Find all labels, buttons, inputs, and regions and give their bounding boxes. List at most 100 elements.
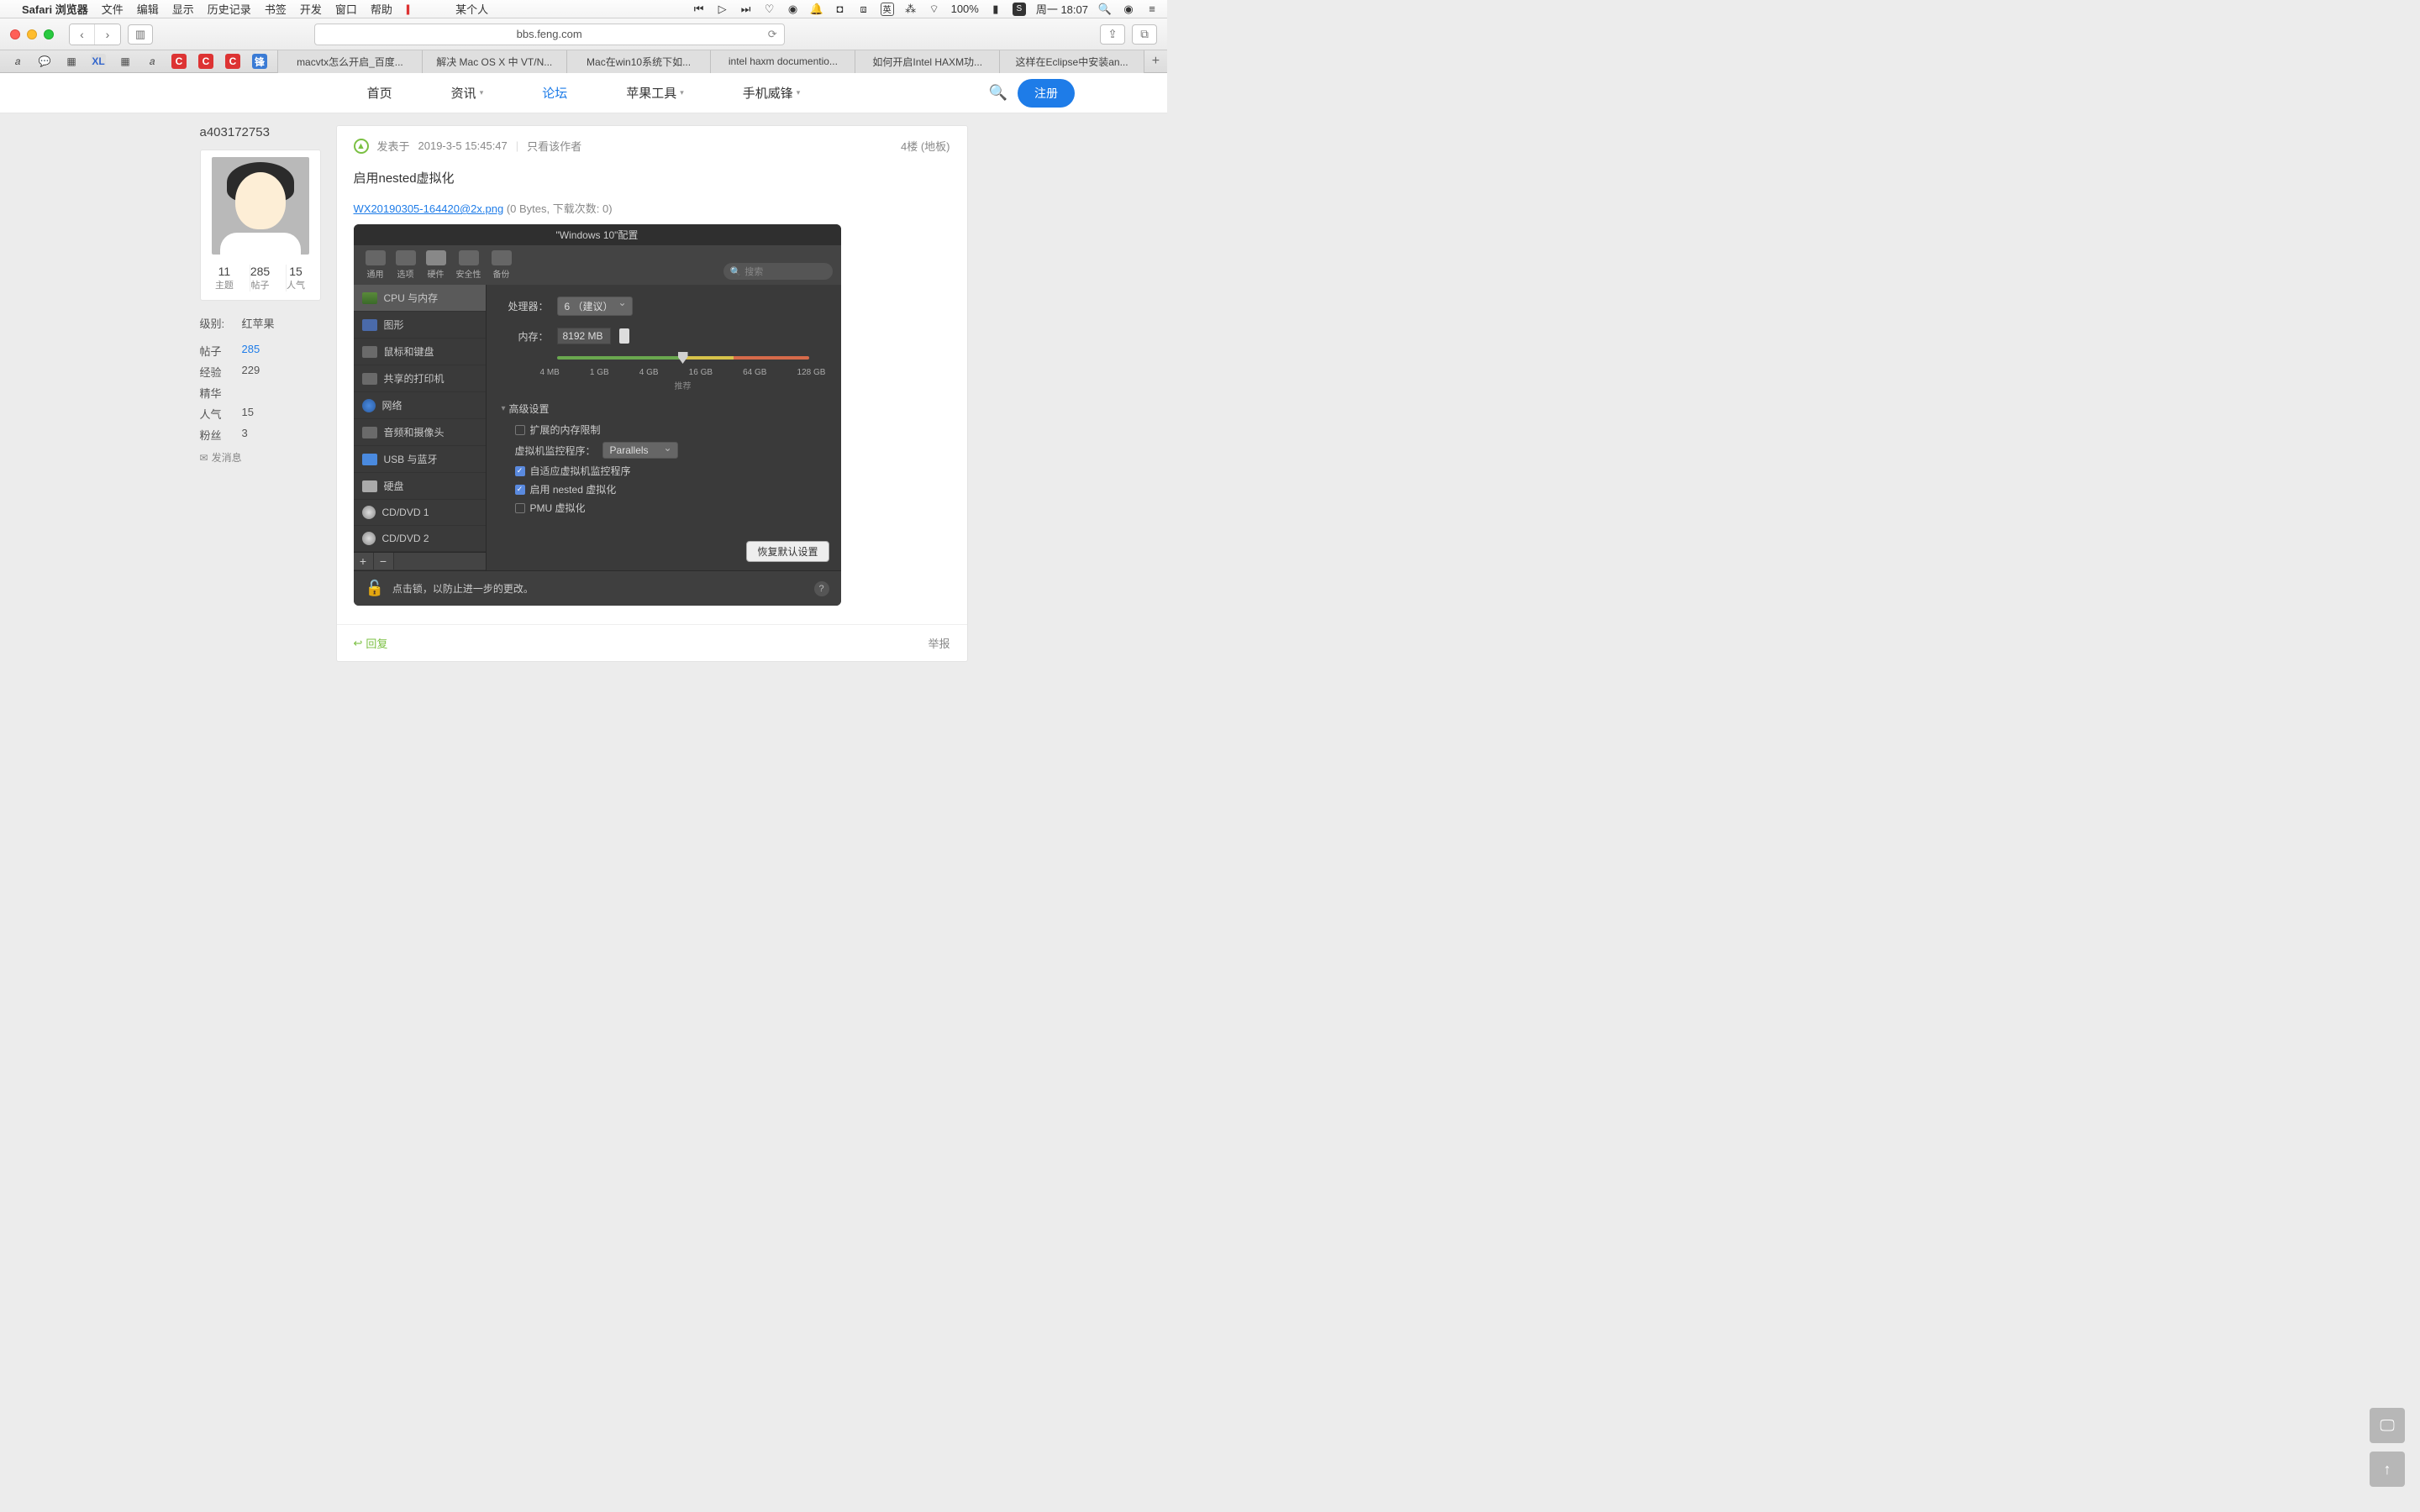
avatar[interactable] xyxy=(212,157,309,255)
pd-search[interactable]: 🔍搜索 xyxy=(723,263,833,280)
app-name[interactable]: Safari 浏览器 xyxy=(22,1,88,17)
clock[interactable]: 周一 18:07 xyxy=(1036,1,1088,17)
sogou-icon[interactable]: S xyxy=(1013,3,1026,16)
menu-view[interactable]: 显示 xyxy=(172,1,194,17)
menu-help[interactable]: 帮助 xyxy=(371,1,392,17)
status-icon[interactable]: ◘ xyxy=(834,3,847,16)
search-icon[interactable]: 🔍 xyxy=(989,84,1007,102)
chk-extmem[interactable]: 扩展的内存限制 xyxy=(515,423,826,437)
next-track-icon[interactable]: ⏭ xyxy=(739,3,753,16)
pd-tab-backup[interactable]: 备份 xyxy=(488,250,515,280)
battery-icon[interactable]: ▮ xyxy=(989,3,1002,16)
minimize-button[interactable] xyxy=(27,29,37,39)
back-button[interactable]: ‹ xyxy=(70,24,95,45)
spotlight-icon[interactable]: 🔍 xyxy=(1098,3,1112,16)
cpu-select[interactable]: 6 （建议） xyxy=(557,297,633,316)
stat-topics[interactable]: 11主题 xyxy=(215,265,234,291)
chk-pmu[interactable]: PMU 虚拟化 xyxy=(515,501,826,515)
fav-icon[interactable]: C xyxy=(171,54,187,69)
sidebar-button[interactable]: ▥ xyxy=(128,24,153,45)
notification-center-icon[interactable]: ≡ xyxy=(1145,3,1159,16)
author-name[interactable]: a403172753 xyxy=(200,125,321,139)
reload-icon[interactable]: ⟳ xyxy=(768,28,777,41)
siri-icon[interactable]: ◉ xyxy=(1122,3,1135,16)
nav-tools[interactable]: 苹果工具▾ xyxy=(626,84,684,102)
help-icon[interactable]: ? xyxy=(814,581,829,596)
fav-icon[interactable]: ▦ xyxy=(64,54,79,69)
pd-side-audio[interactable]: 音频和摄像头 xyxy=(354,419,486,446)
mem-input[interactable]: 8192 MB xyxy=(557,328,611,344)
pd-side-network[interactable]: 网络 xyxy=(354,392,486,419)
mem-slider[interactable] xyxy=(557,356,809,365)
menu-file[interactable]: 文件 xyxy=(102,1,124,17)
menu-develop[interactable]: 开发 xyxy=(300,1,322,17)
tabs-button[interactable]: ⧉ xyxy=(1132,24,1157,45)
pd-side-mouse[interactable]: 鼠标和键盘 xyxy=(354,339,486,365)
pd-tab-hardware[interactable]: 硬件 xyxy=(423,250,450,280)
fav-icon[interactable]: XL xyxy=(91,54,106,69)
pd-side-cd2[interactable]: CD/DVD 2 xyxy=(354,526,486,552)
scroll-top-button[interactable]: ↑ xyxy=(2370,1452,2405,1487)
posts-link[interactable]: 285 xyxy=(242,343,260,359)
forward-button[interactable]: › xyxy=(95,24,120,45)
share-button[interactable]: ⇪ xyxy=(1100,24,1125,45)
advanced-header[interactable]: 高级设置 xyxy=(502,402,826,416)
fav-icon[interactable]: 锋 xyxy=(252,54,267,69)
hypervisor-select[interactable]: Parallels xyxy=(602,442,678,459)
url-bar[interactable]: bbs.feng.com ⟳ xyxy=(314,24,785,45)
tab[interactable]: Mac在win10系统下如... xyxy=(566,50,711,73)
pd-remove-device[interactable]: − xyxy=(374,553,394,570)
report-button[interactable]: 举报 xyxy=(928,635,950,651)
chk-nested[interactable]: 启用 nested 虚拟化 xyxy=(515,482,826,496)
menu-history[interactable]: 历史记录 xyxy=(208,1,251,17)
reply-button[interactable]: ↩回复 xyxy=(354,635,388,651)
menu-window[interactable]: 窗口 xyxy=(335,1,357,17)
pd-tab-security[interactable]: 安全性 xyxy=(453,250,485,280)
bell-icon[interactable]: 🔔 xyxy=(810,3,823,16)
fav-icon[interactable]: C xyxy=(198,54,213,69)
bluetooth-icon[interactable]: ⁂ xyxy=(904,3,918,16)
new-tab-button[interactable]: + xyxy=(1144,50,1167,73)
menu-edit[interactable]: 编辑 xyxy=(137,1,159,17)
fav-icon[interactable]: 𝑎 xyxy=(145,54,160,69)
pd-tab-options[interactable]: 选项 xyxy=(392,250,419,280)
fav-icon[interactable]: 𝑎 xyxy=(10,54,25,69)
tab[interactable]: macvtx怎么开启_百度... xyxy=(277,50,422,73)
status-icon-2[interactable]: ⧈ xyxy=(857,3,871,16)
tab[interactable]: intel haxm documentio... xyxy=(710,50,855,73)
play-icon[interactable]: ▷ xyxy=(716,3,729,16)
ime-icon[interactable]: 英 xyxy=(881,3,894,16)
globe-icon[interactable]: ◉ xyxy=(786,3,800,16)
user-account[interactable]: 某个人 xyxy=(455,1,488,17)
pd-side-hd[interactable]: 硬盘 xyxy=(354,473,486,500)
tab[interactable]: 这样在Eclipse中安装an... xyxy=(999,50,1144,73)
screen-button[interactable]: 🖵 xyxy=(2370,1408,2405,1443)
restore-defaults-button[interactable]: 恢复默认设置 xyxy=(746,541,829,562)
pd-add-device[interactable]: + xyxy=(354,553,374,570)
stat-posts[interactable]: 285帖子 xyxy=(250,265,270,291)
fav-icon[interactable]: 💬 xyxy=(37,54,52,69)
register-button[interactable]: 注册 xyxy=(1018,79,1075,108)
nav-home[interactable]: 首页 xyxy=(367,84,392,102)
lock-icon[interactable]: 🔓 xyxy=(366,580,384,597)
only-author-link[interactable]: 只看该作者 xyxy=(527,138,581,154)
tab[interactable]: 如何开启Intel HAXM功... xyxy=(855,50,999,73)
maximize-button[interactable] xyxy=(44,29,54,39)
wifi-icon[interactable]: ⌔ xyxy=(928,3,941,16)
nav-mobile[interactable]: 手机威锋▾ xyxy=(743,84,801,102)
chk-adaptive[interactable]: 自适应虚拟机监控程序 xyxy=(515,464,826,478)
pd-tab-general[interactable]: 通用 xyxy=(362,250,389,280)
pd-side-usb[interactable]: USB 与蓝牙 xyxy=(354,446,486,473)
tab[interactable]: 解决 Mac OS X 中 VT/N... xyxy=(422,50,566,73)
pd-side-printers[interactable]: 共享的打印机 xyxy=(354,365,486,392)
send-message[interactable]: ✉发消息 xyxy=(200,450,321,465)
fav-icon[interactable]: C xyxy=(225,54,240,69)
pd-side-cd1[interactable]: CD/DVD 1 xyxy=(354,500,486,526)
pd-side-cpu[interactable]: CPU 与内存 xyxy=(354,285,486,312)
nav-forum[interactable]: 论坛 xyxy=(542,84,567,102)
nav-news[interactable]: 资讯▾ xyxy=(451,84,484,102)
heart-icon[interactable]: ♡ xyxy=(763,3,776,16)
mem-stepper[interactable] xyxy=(619,328,629,344)
floor-label[interactable]: 4楼 (地板) xyxy=(901,138,950,154)
attachment-link[interactable]: WX20190305-164420@2x.png xyxy=(354,202,504,215)
